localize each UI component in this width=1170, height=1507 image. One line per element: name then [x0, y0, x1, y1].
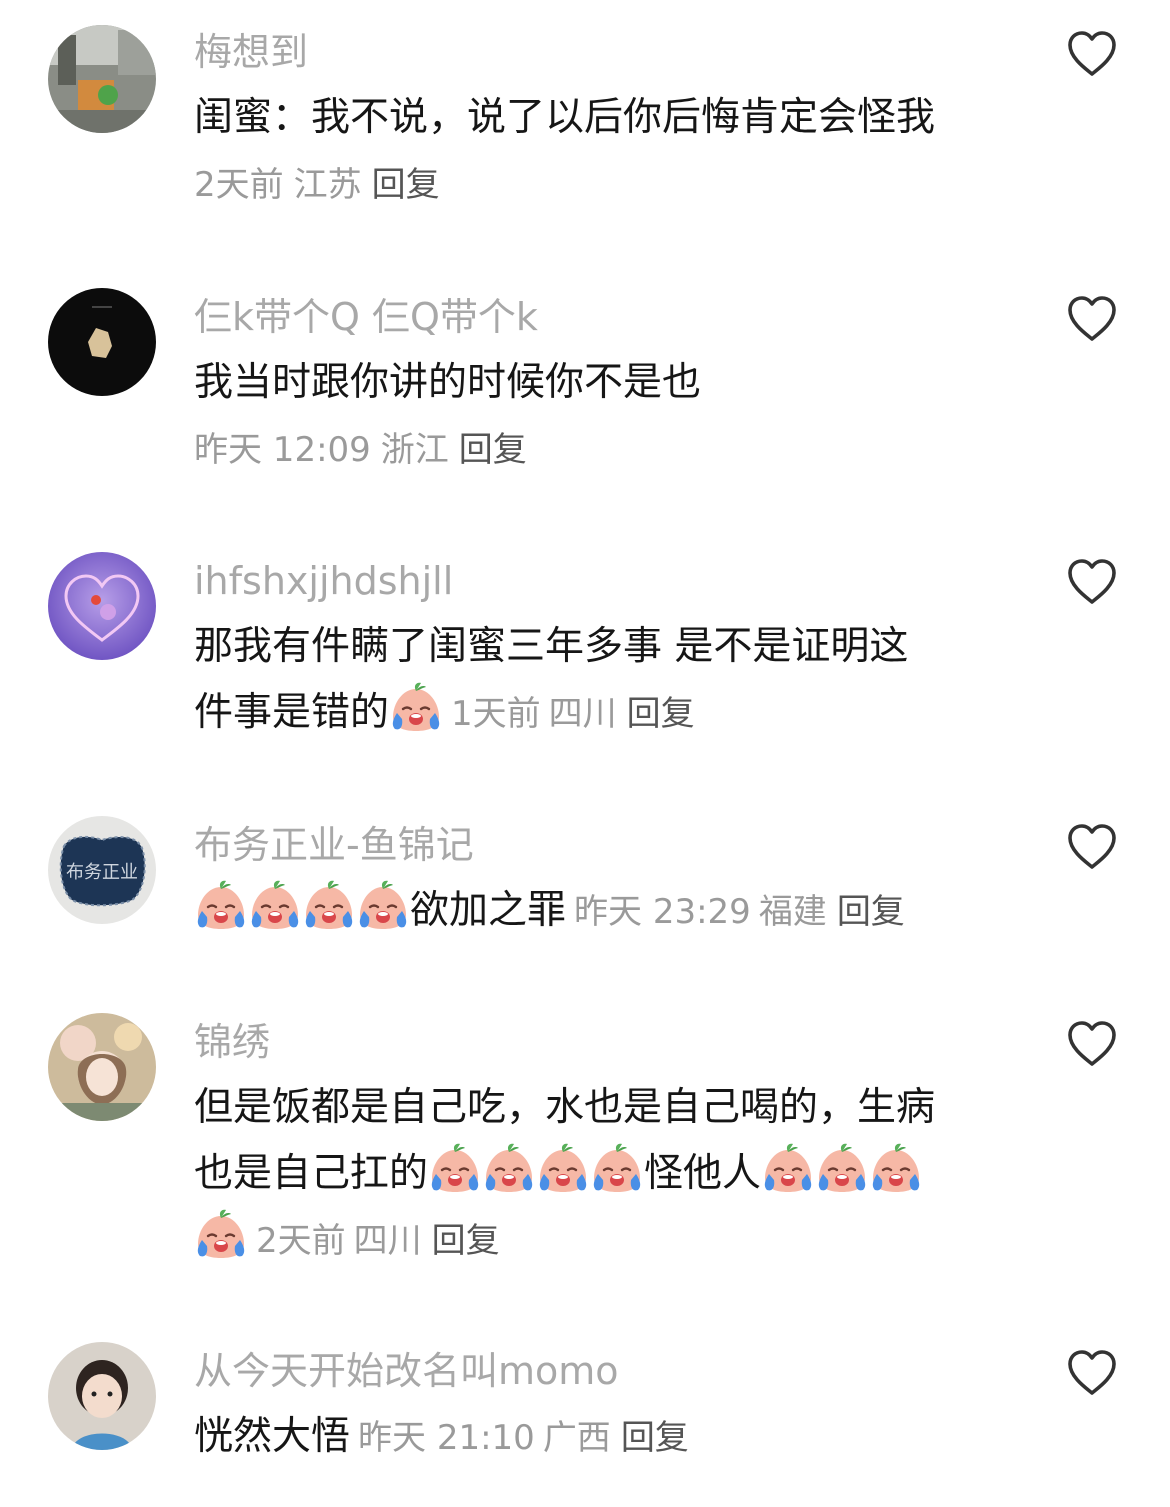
crying-peach-emoji [194, 879, 248, 933]
comment-text: 2天前 四川 回复 [194, 1207, 500, 1274]
comment-location: 江苏 [293, 165, 362, 205]
crying-peach-emoji [302, 879, 356, 933]
comment-time: 2天前 [256, 1221, 346, 1261]
comment-text: 但是饭都是自己吃，水也是自己喝的，生病 [194, 1085, 936, 1130]
like-heart-icon[interactable] [1066, 30, 1118, 78]
user-avatar[interactable] [48, 1013, 156, 1121]
comment-text: 闺蜜：我不说，说了以后你后悔肯定会怪我 [194, 95, 936, 140]
crying-peach-emoji [194, 1208, 248, 1262]
comment-text: 也是自己扛的 怪他人 [194, 1141, 923, 1207]
user-avatar[interactable] [48, 288, 156, 396]
comment-text-line: 怪他人 [644, 1151, 762, 1196]
like-heart-icon[interactable] [1066, 823, 1118, 871]
user-avatar[interactable] [48, 1342, 156, 1450]
username[interactable]: 锦绣 [194, 1017, 270, 1067]
crying-peach-emoji [761, 1142, 815, 1196]
comment-time: 昨天 12:09 [194, 430, 371, 470]
user-avatar[interactable] [48, 25, 156, 133]
username[interactable]: 从今天开始改名叫momo [194, 1346, 619, 1396]
comment-meta: 2天前 江苏 回复 [194, 160, 440, 210]
reply-button[interactable]: 回复 [459, 430, 527, 470]
username[interactable]: 仨k带个Q 仨Q带个k [194, 292, 538, 342]
comment-text-line: 件事是错的 [194, 690, 390, 735]
comment-location: 四川 [353, 1221, 422, 1261]
crying-peach-emoji [869, 1142, 923, 1196]
reply-button[interactable]: 回复 [372, 165, 440, 205]
crying-peach-emoji [590, 1142, 644, 1196]
comment-text-line: 欲加之罪 [410, 888, 567, 933]
like-heart-icon[interactable] [1066, 295, 1118, 343]
user-avatar[interactable] [48, 552, 156, 660]
comment-text-line: 也是自己扛的 [194, 1151, 429, 1196]
crying-peach-emoji [536, 1142, 590, 1196]
like-heart-icon[interactable] [1066, 1020, 1118, 1068]
comment-location: 浙江 [380, 430, 449, 470]
reply-button[interactable]: 回复 [432, 1221, 500, 1261]
comment-time: 昨天 21:10 [358, 1418, 535, 1458]
comment-location: 福建 [758, 892, 827, 932]
comment-text: 件事是错的 1天前 四川 回复 [194, 680, 695, 747]
crying-peach-emoji [482, 1142, 536, 1196]
username[interactable]: ihfshxjjhdshjll [194, 556, 453, 606]
comment-location: 广西 [542, 1418, 611, 1458]
username[interactable]: 布务正业-鱼锦记 [194, 820, 474, 870]
crying-peach-emoji [428, 1142, 482, 1196]
like-heart-icon[interactable] [1066, 558, 1118, 606]
comment-location: 四川 [548, 694, 617, 734]
comment-text: 那我有件瞒了闺蜜三年多事 是不是证明这 [194, 624, 909, 669]
reply-button[interactable]: 回复 [627, 694, 695, 734]
comment-time: 2天前 [194, 165, 284, 205]
comment-text-line: 恍然大悟 [194, 1414, 351, 1459]
comment-text: 欲加之罪 昨天 23:29 福建 回复 [194, 878, 905, 945]
comment-time: 昨天 23:29 [574, 892, 751, 932]
comment-meta: 昨天 12:09 浙江 回复 [194, 425, 527, 475]
crying-peach-emoji [389, 681, 443, 735]
crying-peach-emoji [248, 879, 302, 933]
comment-text: 我当时跟你讲的时候你不是也 [194, 360, 702, 405]
comment-time: 1天前 [451, 694, 541, 734]
avatar-text: 布务正业 [66, 862, 138, 883]
like-heart-icon[interactable] [1066, 1349, 1118, 1397]
reply-button[interactable]: 回复 [837, 892, 905, 932]
crying-peach-emoji [815, 1142, 869, 1196]
username[interactable]: 梅想到 [194, 27, 308, 77]
reply-button[interactable]: 回复 [621, 1418, 689, 1458]
crying-peach-emoji [356, 879, 410, 933]
user-avatar[interactable]: 布务正业 [48, 816, 156, 924]
comment-text: 恍然大悟 昨天 21:10 广西 回复 [194, 1404, 689, 1471]
